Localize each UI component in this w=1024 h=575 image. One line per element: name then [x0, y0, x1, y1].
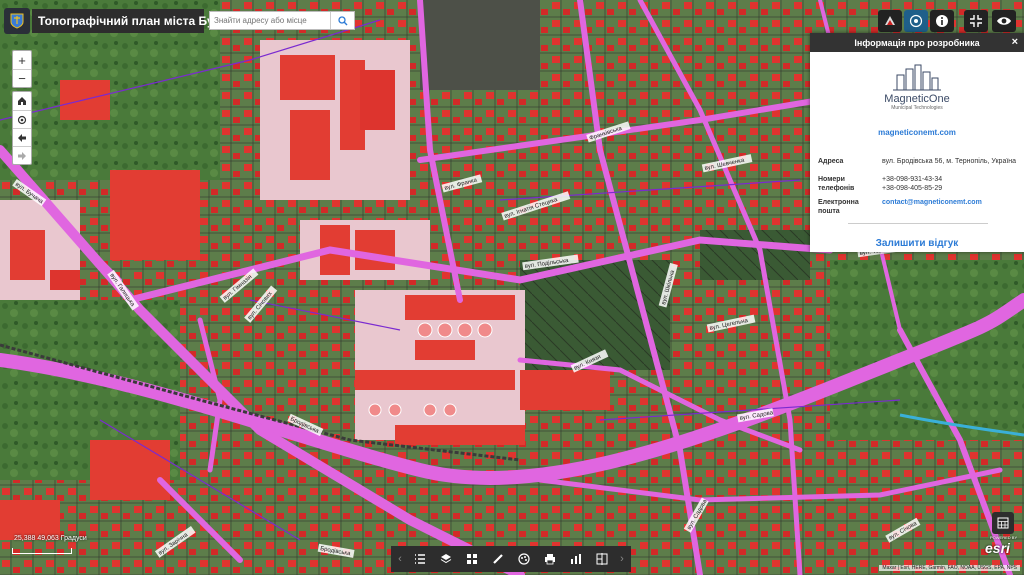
building — [280, 55, 335, 100]
arrow-right-icon — [18, 151, 26, 160]
email-label: Електронна пошта — [818, 199, 859, 215]
building — [395, 425, 525, 445]
storage-tank — [437, 322, 453, 338]
storage-tank — [443, 403, 457, 417]
field-area — [420, 0, 540, 90]
building — [360, 70, 395, 130]
panel-title: Інформація про розробника — [854, 37, 980, 48]
bar-chart-icon — [571, 554, 581, 564]
search-box[interactable] — [209, 11, 355, 30]
address-row: Адреса вул. Бродівська 56, м. Тернопіль,… — [818, 157, 1018, 175]
home-button[interactable] — [13, 92, 31, 110]
search-button[interactable] — [330, 12, 354, 29]
swipe-icon — [596, 553, 608, 565]
building — [50, 270, 80, 290]
address-label: Адреса — [818, 158, 844, 165]
print-button[interactable] — [539, 549, 561, 569]
info-tool-button[interactable] — [930, 10, 954, 32]
draw-button[interactable] — [513, 549, 535, 569]
layers-tool-button[interactable] — [878, 10, 902, 32]
scroll-left-icon[interactable]: ‹ — [395, 553, 405, 565]
swipe-button[interactable] — [591, 549, 613, 569]
city-skyline-icon — [893, 64, 941, 91]
company-subtitle: Municipal Technologies — [891, 105, 943, 111]
building — [10, 230, 45, 280]
storage-tank — [388, 403, 402, 417]
search-icon — [337, 15, 347, 25]
legend-button[interactable] — [409, 549, 431, 569]
bottom-toolbar: ‹ › — [391, 546, 631, 572]
building — [290, 110, 330, 180]
storage-tank — [423, 403, 437, 417]
divider — [848, 223, 988, 224]
building — [90, 440, 170, 500]
email-row: Електронна пошта contact@magneticonemt.c… — [818, 198, 1018, 220]
building — [110, 170, 200, 260]
leave-feedback-link[interactable]: Залишити відгук — [810, 238, 1024, 249]
zoom-out-button[interactable]: − — [13, 69, 31, 87]
storage-tank — [368, 403, 382, 417]
building — [355, 230, 395, 270]
eye-icon — [997, 17, 1011, 25]
email-link[interactable]: contact@magneticonemt.com — [882, 198, 1024, 207]
coordinate-readout: 25,388 49,063 Градуси — [14, 535, 87, 542]
company-logo: MagneticOne Municipal Technologies — [875, 63, 959, 119]
attribute-table-button[interactable] — [992, 512, 1014, 534]
info-icon — [936, 15, 948, 27]
ruler-icon — [493, 554, 503, 564]
building — [0, 500, 60, 540]
fullscreen-tool-button[interactable] — [964, 10, 988, 32]
building — [520, 370, 610, 410]
search-input[interactable] — [210, 12, 330, 29]
phone-value-2[interactable]: +38-098-405-85-29 — [882, 184, 1024, 193]
measure-button[interactable] — [487, 549, 509, 569]
chart-button[interactable] — [565, 549, 587, 569]
back-button[interactable] — [13, 128, 31, 146]
storage-tank — [417, 322, 433, 338]
website-link[interactable]: magneticonemt.com — [810, 128, 1024, 137]
paint-icon — [518, 553, 530, 565]
phone-value-1[interactable]: +38-098-931-43-34 — [882, 175, 1024, 184]
scale-bar — [12, 548, 72, 554]
layers-icon — [440, 554, 452, 564]
arrow-left-icon — [18, 133, 26, 142]
address-value: вул. Бродівська 56, м. Тернопіль, Україн… — [882, 158, 1017, 165]
visibility-tool-button[interactable] — [992, 10, 1016, 32]
globe-icon — [909, 14, 923, 28]
phones-label: Номери телефонів — [818, 176, 855, 192]
esri-logo: esri — [985, 540, 1010, 556]
scroll-right-icon[interactable]: › — [617, 553, 627, 565]
zoom-in-button[interactable]: + — [13, 51, 31, 69]
grid-icon — [467, 554, 477, 564]
company-name: MagneticOne — [884, 93, 950, 105]
locate-icon — [17, 115, 27, 124]
close-icon[interactable]: × — [1012, 36, 1018, 48]
storage-tank — [457, 322, 473, 338]
zoom-controls: + − — [12, 50, 32, 88]
table-icon — [997, 517, 1009, 529]
coat-of-arms-icon — [4, 8, 30, 34]
fullscreen-icon — [970, 15, 982, 27]
building — [355, 370, 515, 390]
layer-list-button[interactable] — [435, 549, 457, 569]
storage-tank — [477, 322, 493, 338]
home-icon — [18, 97, 26, 105]
printer-icon — [545, 554, 555, 565]
palette-icon — [885, 16, 895, 25]
locate-button[interactable] — [13, 110, 31, 128]
basemap-gallery-button[interactable] — [461, 549, 483, 569]
building — [415, 340, 475, 360]
panel-header: Інформація про розробника × — [810, 33, 1024, 52]
map-attribution: Maxar | Esri, HERE, Garmin, FAO, NOAA, U… — [879, 565, 1020, 571]
developer-info-panel: Інформація про розробника × MagneticOne … — [810, 33, 1024, 252]
list-icon — [415, 554, 425, 564]
basemap-tool-button[interactable] — [904, 10, 928, 32]
phones-row: Номери телефонів +38-098-931-43-34 +38-0… — [818, 175, 1018, 197]
nav-controls — [12, 91, 32, 165]
forward-button[interactable] — [13, 146, 31, 164]
